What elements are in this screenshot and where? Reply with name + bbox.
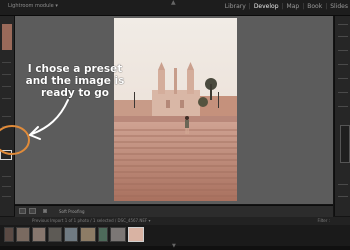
selected-preset-item[interactable]: [0, 150, 12, 160]
filmstrip-thumbnail[interactable]: [128, 227, 144, 242]
filmstrip-thumbnail[interactable]: [64, 227, 78, 242]
module-map[interactable]: Map: [287, 3, 300, 10]
top-bar: Lightroom module ▾ ▲ Library | Develop | M…: [0, 0, 350, 16]
module-develop[interactable]: Develop: [254, 3, 279, 10]
module-library[interactable]: Library: [225, 3, 246, 10]
histogram-box[interactable]: [340, 125, 350, 163]
filter-label[interactable]: Filter :: [317, 218, 330, 223]
loupe-view-icon[interactable]: [19, 208, 26, 214]
filmstrip-thumbnail[interactable]: [16, 227, 30, 242]
module-picker: Library | Develop | Map | Book | Slides: [224, 3, 348, 10]
collapse-filmstrip-icon[interactable]: ▼: [172, 243, 176, 249]
module-slides[interactable]: Slides: [330, 3, 348, 10]
soft-proofing-checkbox[interactable]: [43, 209, 47, 213]
catalog-title[interactable]: Lightroom module ▾: [8, 3, 58, 9]
filmstrip-thumbnail[interactable]: [110, 227, 126, 242]
left-panel-presets: [0, 16, 15, 216]
edited-photo: [114, 18, 237, 201]
collapse-top-panel-icon[interactable]: ▲: [171, 0, 176, 6]
filmstrip-thumbnail[interactable]: [32, 227, 46, 242]
filmstrip-thumbnail[interactable]: [4, 227, 14, 242]
filmstrip-header: Previous Import 1 of 1 photo / 1 selecte…: [0, 217, 350, 225]
before-after-icon[interactable]: [29, 208, 36, 214]
filmstrip-thumbnail[interactable]: [98, 227, 108, 242]
soft-proofing-label: Soft Proofing: [59, 209, 85, 214]
view-toolbar: Soft Proofing: [15, 205, 333, 217]
right-panel-adjustments: [334, 16, 350, 216]
annotation-text: I chose a preset and the image is ready …: [25, 63, 125, 99]
photo-spanish-steps: [114, 18, 237, 201]
navigator-preview[interactable]: [2, 24, 12, 50]
source-path[interactable]: Previous Import 1 of 1 photo / 1 selecte…: [32, 218, 150, 223]
module-book[interactable]: Book: [307, 3, 322, 10]
filmstrip-thumbnail[interactable]: [48, 227, 62, 242]
filmstrip-thumbnail[interactable]: [80, 227, 96, 242]
